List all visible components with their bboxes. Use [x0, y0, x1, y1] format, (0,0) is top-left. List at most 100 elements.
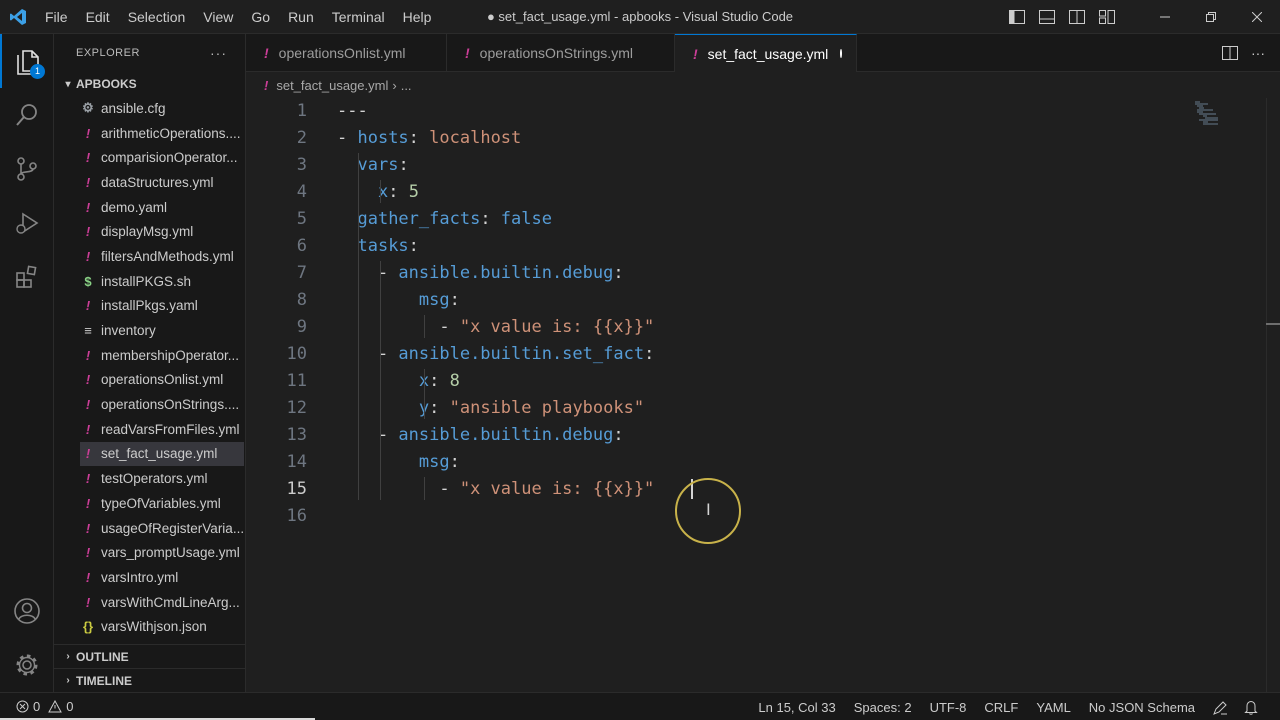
feedback-icon[interactable] — [1204, 700, 1236, 715]
cursor-position[interactable]: Ln 15, Col 33 — [749, 700, 844, 715]
file-item[interactable]: ! testOperators.yml — [54, 466, 245, 491]
menu-run[interactable]: Run — [279, 0, 323, 34]
run-and-debug-icon[interactable] — [0, 196, 54, 250]
file-item[interactable]: ⚙ ansible.cfg — [54, 96, 245, 121]
code-line[interactable]: 13 - ansible.builtin.debug: — [246, 421, 1246, 448]
file-item[interactable]: {} varsWithjson.json — [54, 614, 245, 639]
tab-label: set_fact_usage.yml — [707, 45, 829, 62]
file-item[interactable]: ! dataStructures.yml — [54, 170, 245, 195]
code-line[interactable]: 12 y: "ansible playbooks" — [246, 394, 1246, 421]
code-line[interactable]: 10 - ansible.builtin.set_fact: — [246, 340, 1246, 367]
close-button[interactable] — [1234, 0, 1280, 34]
line-number: 9 — [296, 316, 307, 337]
notifications-bell-icon[interactable] — [1236, 700, 1266, 715]
file-item[interactable]: ≡ inventory — [54, 318, 245, 343]
menu-go[interactable]: Go — [242, 0, 279, 34]
split-editor-icon[interactable] — [1216, 34, 1244, 72]
timeline-section[interactable]: › TIMELINE — [54, 668, 245, 692]
accounts-icon[interactable] — [0, 584, 54, 638]
code-token: ansible.builtin.debug — [398, 424, 614, 445]
menu-help[interactable]: Help — [394, 0, 441, 34]
line-number: 14 — [286, 451, 307, 472]
explorer-icon[interactable]: 1 — [0, 34, 54, 88]
breadcrumb-file[interactable]: set_fact_usage.yml — [276, 78, 388, 93]
error-count: 0 — [33, 699, 41, 714]
ibeam-cursor-icon: I — [706, 500, 711, 519]
breadcrumb-more[interactable]: ... — [401, 78, 412, 93]
file-name: testOperators.yml — [101, 471, 208, 487]
restore-button[interactable] — [1188, 0, 1234, 34]
source-control-icon[interactable] — [0, 142, 54, 196]
toggle-panel-icon[interactable] — [1032, 0, 1062, 34]
menu-view[interactable]: View — [194, 0, 242, 34]
unsaved-dot-icon[interactable] — [840, 49, 842, 58]
line-number: 16 — [286, 505, 307, 526]
language-mode[interactable]: YAML — [1027, 700, 1079, 715]
manage-gear-icon[interactable] — [0, 638, 54, 692]
code-line[interactable]: 8 msg: — [246, 286, 1246, 313]
code-line[interactable]: 9 - "x value is: {{x}}" — [246, 313, 1246, 340]
toggle-secondary-sidebar-icon[interactable] — [1062, 0, 1092, 34]
yaml-file-icon: ! — [85, 150, 91, 166]
problems-indicator[interactable]: 0 0 — [16, 699, 73, 714]
code-editor[interactable]: 1 --- 2- hosts: localhost 3 vars: 4 x: 55 ga… — [246, 98, 1280, 692]
code-line[interactable]: 16 — [246, 502, 1246, 529]
file-item[interactable]: ! membershipOperator... — [54, 343, 245, 368]
file-item[interactable]: ! typeOfVariables.yml — [54, 491, 245, 516]
code-line[interactable]: 5 gather_facts: false — [246, 205, 1246, 232]
more-actions-icon[interactable]: ··· — [210, 45, 227, 61]
file-item[interactable]: ! readVarsFromFiles.yml — [54, 417, 245, 442]
file-item[interactable]: ! operationsOnlist.yml — [54, 368, 245, 393]
code-text: - hosts: localhost — [337, 128, 521, 148]
search-icon[interactable] — [0, 88, 54, 142]
file-item[interactable]: ! comparisionOperator... — [54, 145, 245, 170]
folder-apbooks[interactable]: ▾ APBOOKS — [54, 72, 245, 96]
extensions-icon[interactable] — [0, 250, 54, 304]
editor-tab[interactable]: ! operationsOnStrings.yml — [447, 34, 675, 72]
json-schema[interactable]: No JSON Schema — [1080, 700, 1204, 715]
code-line[interactable]: 4 x: 5 — [246, 178, 1246, 205]
code-line[interactable]: 3 vars: — [246, 151, 1246, 178]
file-item[interactable]: ! displayMsg.yml — [54, 219, 245, 244]
code-line[interactable]: 2 - hosts: localhost — [246, 124, 1246, 151]
file-item[interactable]: ! varsIntro.yml — [54, 565, 245, 590]
scrollbar-thumb[interactable] — [1266, 323, 1280, 325]
encoding[interactable]: UTF-8 — [921, 700, 976, 715]
editor-tab[interactable]: ! operationsOnlist.yml — [246, 34, 447, 72]
file-item[interactable]: ! demo.yaml — [54, 195, 245, 220]
yaml-file-icon: ! — [85, 545, 91, 561]
file-name: typeOfVariables.yml — [101, 495, 221, 511]
file-item[interactable]: ! operationsOnStrings.... — [54, 392, 245, 417]
more-actions-icon[interactable]: ··· — [1244, 34, 1272, 72]
file-item[interactable]: ! installPkgs.yaml — [54, 294, 245, 319]
code-line[interactable]: 14 msg: — [246, 448, 1246, 475]
code-line[interactable]: 15 - "x value is: {{x}}" — [246, 475, 1246, 502]
menu-edit[interactable]: Edit — [77, 0, 119, 34]
menu-selection[interactable]: Selection — [119, 0, 195, 34]
file-item[interactable]: ! set_fact_usage.yml — [80, 441, 244, 467]
code-line[interactable]: 6 tasks: — [246, 232, 1246, 259]
editor-scrollbar[interactable] — [1266, 98, 1280, 692]
code-line[interactable]: 1 --- — [246, 97, 1246, 124]
menu-file[interactable]: File — [36, 0, 77, 34]
file-item[interactable]: ! vars_promptUsage.yml — [54, 540, 245, 565]
file-item[interactable]: ! usageOfRegisterVaria... — [54, 516, 245, 541]
file-item[interactable]: ! varsWithCmdLineArg... — [54, 590, 245, 615]
menu-terminal[interactable]: Terminal — [323, 0, 394, 34]
code-line[interactable]: 7 - ansible.builtin.debug: — [246, 259, 1246, 286]
code-line[interactable]: 11 x: 8 — [246, 367, 1246, 394]
toggle-primary-sidebar-icon[interactable] — [1002, 0, 1032, 34]
indentation[interactable]: Spaces: 2 — [845, 700, 921, 715]
chevron-right-icon: › — [66, 651, 70, 662]
minimize-button[interactable] — [1142, 0, 1188, 34]
file-item[interactable]: $ installPKGS.sh — [54, 269, 245, 294]
folder-name: APBOOKS — [76, 77, 137, 91]
customize-layout-icon[interactable] — [1092, 0, 1122, 34]
end-of-line[interactable]: CRLF — [975, 700, 1027, 715]
editor-tab[interactable]: ! set_fact_usage.yml — [675, 34, 857, 72]
file-name: arithmeticOperations.... — [101, 125, 241, 141]
file-item[interactable]: ! arithmeticOperations.... — [54, 121, 245, 146]
outline-section[interactable]: › OUTLINE — [54, 644, 245, 668]
code-token: - — [337, 316, 460, 337]
file-item[interactable]: ! filtersAndMethods.yml — [54, 244, 245, 269]
